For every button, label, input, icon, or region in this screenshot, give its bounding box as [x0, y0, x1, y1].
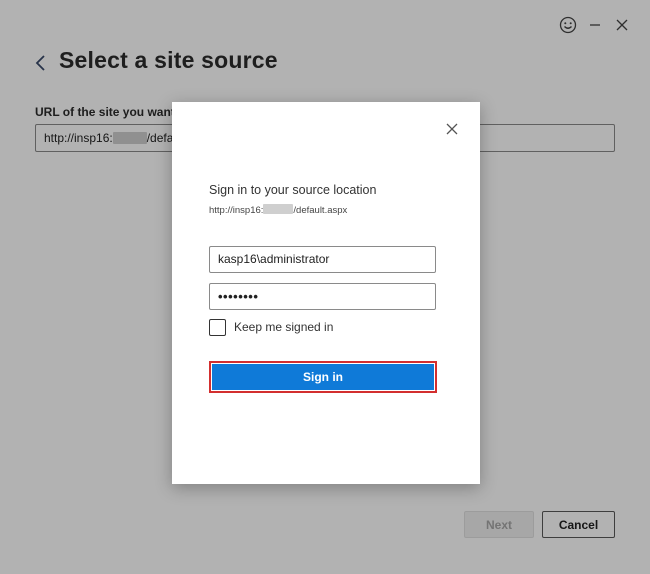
- sign-in-button-label: Sign in: [212, 364, 434, 390]
- redacted-text: [263, 204, 294, 214]
- sign-in-dialog: Sign in to your source location http://i…: [172, 102, 480, 484]
- keep-signed-in-label[interactable]: Keep me signed in: [234, 320, 333, 334]
- close-icon[interactable]: [445, 122, 459, 136]
- password-field[interactable]: ••••••••: [209, 283, 436, 310]
- dialog-source-url: http://insp16: /default.aspx: [209, 204, 347, 216]
- dialog-heading: Sign in to your source location: [209, 183, 377, 197]
- dialog-url-suffix: /default.aspx: [293, 205, 348, 216]
- keep-signed-in-checkbox[interactable]: [209, 319, 226, 336]
- sign-in-button[interactable]: Sign in: [209, 361, 437, 393]
- dialog-url-prefix: http://insp16:: [209, 205, 264, 216]
- username-field[interactable]: kasp16\administrator: [209, 246, 436, 273]
